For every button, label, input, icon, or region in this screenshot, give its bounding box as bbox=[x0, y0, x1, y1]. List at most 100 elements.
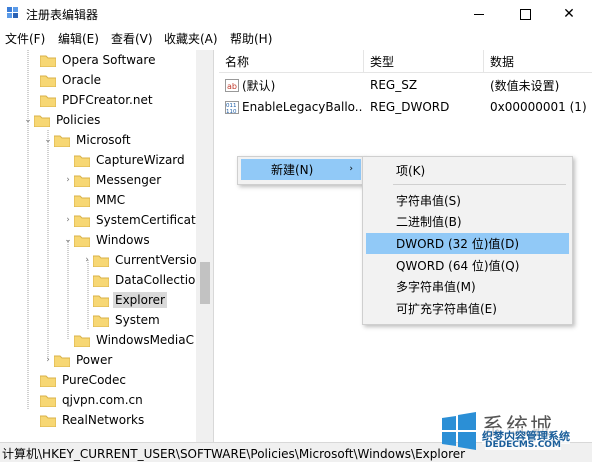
close-icon: ✕ bbox=[563, 6, 575, 22]
menu-item-binary[interactable]: 二进制值(B) bbox=[366, 211, 569, 232]
folder-icon bbox=[40, 394, 56, 407]
menu-favorites[interactable]: 收藏夹(A) bbox=[164, 30, 218, 47]
status-path: 计算机\HKEY_CURRENT_USER\SOFTWARE\Policies\… bbox=[2, 447, 466, 461]
watermark-domain: DEDECMS.COM bbox=[485, 440, 561, 450]
column-header-divider bbox=[219, 72, 592, 73]
column-header-type[interactable]: 类型 bbox=[364, 50, 484, 72]
tree-item[interactable]: System bbox=[81, 310, 162, 330]
menu-view[interactable]: 查看(V) bbox=[111, 30, 153, 47]
tree-item[interactable]: › Messenger bbox=[62, 170, 163, 190]
tree-item[interactable]: › CurrentVersio bbox=[81, 250, 199, 270]
string-value-icon: ab bbox=[225, 78, 239, 92]
tree-scrollbar[interactable] bbox=[196, 50, 213, 442]
folder-icon bbox=[93, 314, 109, 327]
menu-help[interactable]: 帮助(H) bbox=[230, 30, 272, 47]
menu-item-qword[interactable]: QWORD (64 位)值(Q) bbox=[366, 255, 569, 276]
folder-icon bbox=[54, 354, 70, 367]
tree-item[interactable]: PureCodec bbox=[28, 370, 128, 390]
chevron-down-icon[interactable]: ⌄ bbox=[62, 230, 74, 250]
tree-item-label: Messenger bbox=[96, 173, 162, 187]
column-header-name[interactable]: 名称 bbox=[219, 50, 364, 72]
chevron-right-icon: › bbox=[349, 164, 353, 174]
folder-icon bbox=[40, 414, 56, 427]
tree-item-label: Opera Software bbox=[62, 53, 156, 67]
tree-item-label: RealNetworks bbox=[62, 413, 145, 427]
binary-value-icon: 011 110 bbox=[225, 100, 239, 115]
maximize-icon bbox=[519, 8, 531, 20]
tree-item[interactable]: Oracle bbox=[28, 70, 103, 90]
tree-item-label: MMC bbox=[96, 193, 126, 207]
menu-separator bbox=[393, 184, 566, 185]
tree-item-label: SystemCertificate bbox=[96, 213, 204, 227]
table-row[interactable]: 011 110 EnableLegacyBallo... REG_DWORD 0x… bbox=[219, 96, 592, 118]
menu-item-multi-string[interactable]: 多字符串值(M) bbox=[366, 276, 569, 297]
menu-item-expandable-string[interactable]: 可扩充字符串值(E) bbox=[366, 298, 569, 319]
maximize-button[interactable] bbox=[502, 0, 548, 28]
value-data-cell: (数值未设置) bbox=[490, 78, 560, 93]
folder-icon bbox=[74, 334, 90, 347]
tree-item-microsoft[interactable]: ⌄ Microsoft bbox=[42, 130, 133, 150]
chevron-down-icon[interactable]: ⌄ bbox=[42, 130, 54, 150]
minimize-button[interactable] bbox=[456, 0, 502, 28]
folder-icon bbox=[40, 54, 56, 67]
folder-open-icon bbox=[74, 234, 90, 247]
registry-editor-icon bbox=[6, 6, 20, 20]
menu-item-label: 可扩充字符串值(E) bbox=[396, 302, 497, 316]
svg-text:110: 110 bbox=[226, 109, 237, 114]
menu-item-label: 字符串值(S) bbox=[396, 194, 461, 208]
tree-item-policies[interactable]: ⌄ Policies bbox=[22, 110, 102, 130]
chevron-down-icon[interactable]: ⌄ bbox=[22, 110, 34, 130]
menu-item-label: DWORD (32 位)值(D) bbox=[396, 237, 519, 251]
minimize-icon bbox=[474, 13, 484, 15]
chevron-right-icon[interactable]: › bbox=[62, 210, 74, 230]
tree-item[interactable]: RealNetworks bbox=[28, 410, 146, 430]
tree-scrollbar-thumb[interactable] bbox=[200, 262, 210, 304]
chevron-right-icon[interactable]: › bbox=[62, 170, 74, 190]
tree-item-windows[interactable]: ⌄ Windows bbox=[62, 230, 152, 250]
table-row[interactable]: ab (默认) REG_SZ (数值未设置) bbox=[219, 74, 592, 96]
value-name-cell: 011 110 EnableLegacyBallo... bbox=[225, 96, 363, 118]
tree-item[interactable]: Opera Software bbox=[28, 50, 157, 70]
menu-item-key[interactable]: 项(K) bbox=[366, 160, 569, 181]
tree-item[interactable]: › Power bbox=[42, 350, 114, 370]
menu-item-new[interactable]: 新建(N) › bbox=[241, 159, 361, 180]
key-tree: Opera Software Oracle PDFCreator.net ⌄ P… bbox=[0, 50, 214, 442]
tree-item-label: Policies bbox=[56, 113, 101, 127]
chevron-right-icon[interactable]: › bbox=[42, 350, 54, 370]
menu-item-string[interactable]: 字符串值(S) bbox=[366, 190, 569, 211]
menu-file[interactable]: 文件(F) bbox=[5, 30, 45, 47]
tree-item-label: System bbox=[115, 313, 160, 327]
menu-item-label: QWORD (64 位)值(Q) bbox=[396, 259, 520, 273]
close-button[interactable]: ✕ bbox=[546, 0, 592, 28]
menu-item-dword[interactable]: DWORD (32 位)值(D) bbox=[366, 233, 569, 254]
tree-item-label: Explorer bbox=[113, 292, 167, 308]
folder-icon bbox=[93, 274, 109, 287]
tree-item[interactable]: qjvpn.com.cn bbox=[28, 390, 145, 410]
chevron-right-icon[interactable]: › bbox=[81, 250, 93, 270]
tree-item-explorer[interactable]: Explorer bbox=[81, 290, 167, 310]
folder-icon bbox=[40, 74, 56, 87]
tree-item[interactable]: PDFCreator.net bbox=[28, 90, 155, 110]
tree-item[interactable]: DataCollectio bbox=[81, 270, 197, 290]
menu-edit[interactable]: 编辑(E) bbox=[58, 30, 99, 47]
tree-item[interactable]: CaptureWizard bbox=[62, 150, 187, 170]
tree-item[interactable]: MMC bbox=[62, 190, 127, 210]
folder-icon bbox=[93, 294, 109, 307]
tree-item-label: CaptureWizard bbox=[96, 153, 185, 167]
folder-open-icon bbox=[34, 114, 50, 127]
tree-item[interactable]: WindowsMediaC bbox=[62, 330, 196, 350]
value-name-cell: ab (默认) bbox=[225, 74, 363, 96]
tree-item[interactable]: › SystemCertificate bbox=[62, 210, 205, 230]
tree-item-label: DataCollectio bbox=[115, 273, 196, 287]
column-header-data[interactable]: 数据 bbox=[484, 50, 592, 72]
value-type-cell: REG_DWORD bbox=[370, 100, 450, 114]
